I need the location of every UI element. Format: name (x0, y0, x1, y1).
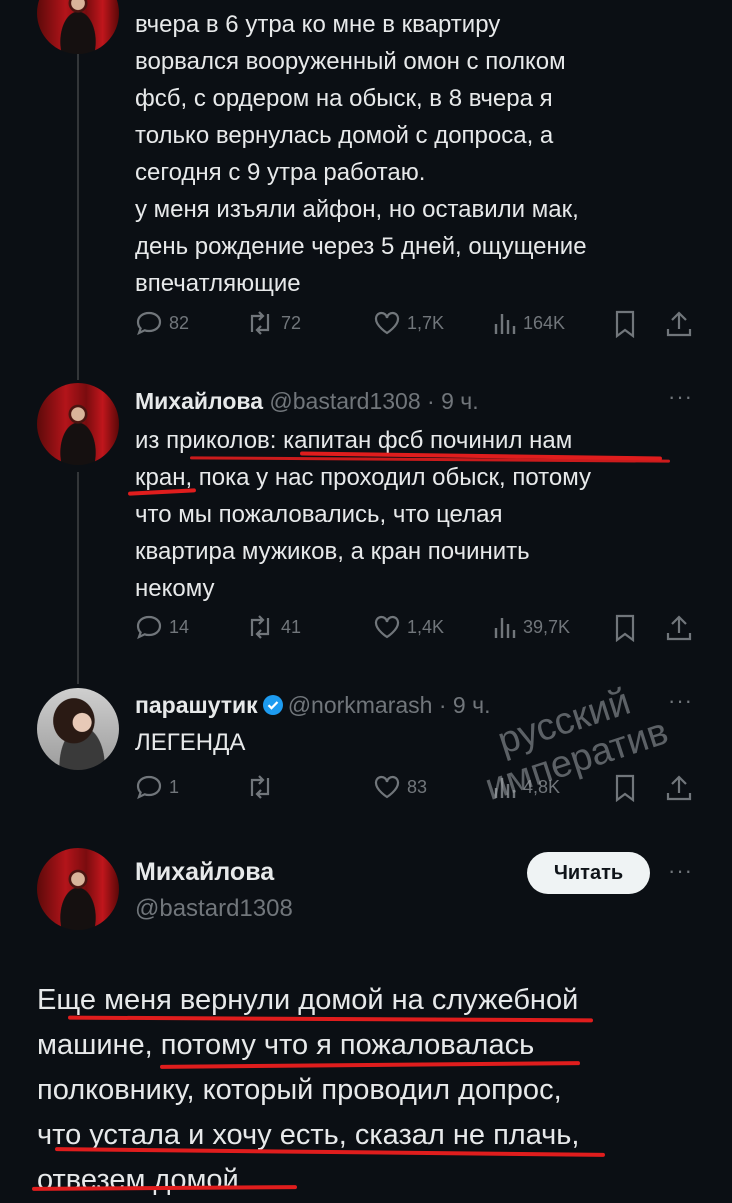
username[interactable]: @bastard1308 (135, 895, 293, 923)
tweet-line: что мы пожаловались, что целая (135, 501, 503, 528)
like-count: 83 (407, 776, 428, 797)
follow-button[interactable]: Читать (527, 852, 650, 894)
bookmark-icon (615, 614, 635, 642)
reply-icon (136, 775, 162, 800)
reply-button[interactable]: 82 (135, 310, 189, 336)
like-button[interactable]: 1,4K (373, 614, 444, 640)
repost-button[interactable] (245, 774, 275, 800)
tweet-line: отвезем домой (37, 1164, 239, 1196)
share-icon (666, 311, 692, 337)
reply-button[interactable]: 1 (135, 774, 179, 800)
tweet-header: Михайлова @bastard1308 · 9 ч. (135, 388, 479, 415)
tweet-line: только вернулась домой с допроса, а (135, 122, 554, 149)
tweet-line: ворвался вооруженный омон с полком (135, 48, 566, 75)
tweet-line: сегодня с 9 утра работаю. (135, 159, 426, 186)
bookmark-icon (615, 310, 635, 338)
tweet-line: кран, пока у нас проходил обыск, потому (135, 464, 591, 491)
avatar[interactable] (37, 383, 119, 465)
thread-line (77, 472, 79, 684)
tweet-text: вчера в 6 утра ко мне в квартиру ворвалс… (135, 6, 587, 302)
reply-count: 1 (169, 776, 180, 797)
reply-icon (136, 615, 162, 640)
views-button[interactable]: 39,7K (493, 614, 570, 640)
thread-line (77, 50, 79, 380)
watermark: русский императив (420, 658, 730, 852)
username[interactable]: @bastard1308 (269, 388, 420, 414)
share-button[interactable] (665, 614, 693, 642)
repost-count: 72 (281, 312, 302, 333)
repost-icon (250, 775, 270, 799)
share-button[interactable] (665, 310, 693, 338)
views-icon (494, 618, 516, 638)
avatar[interactable] (37, 848, 119, 930)
views-icon (494, 314, 516, 334)
bookmark-button[interactable] (613, 310, 637, 338)
views-count: 164K (523, 312, 566, 333)
heart-icon (374, 311, 400, 335)
tweet-line: фсб, с ордером на обыск, в 8 вчера я (135, 85, 553, 112)
reply-button[interactable]: 14 (135, 614, 189, 640)
tweet-line: у меня изъяли айфон, но оставили мак, (135, 196, 579, 223)
display-name[interactable]: парашутик (135, 692, 258, 718)
username[interactable]: @norkmarash (288, 692, 433, 718)
tweet-actions: 14 41 1,4K 39,7K (135, 614, 700, 648)
bookmark-button[interactable] (613, 614, 637, 642)
heart-icon (374, 615, 400, 639)
avatar[interactable] (37, 0, 119, 54)
share-icon (666, 615, 692, 641)
tweet-line: вчера в 6 утра ко мне в квартиру (135, 11, 501, 38)
tweet-line: день рождение через 5 дней, ощущение (135, 233, 587, 260)
tweet-text: из приколов: капитан фсб починил нам кра… (135, 422, 591, 607)
timestamp[interactable]: · 9 ч. (427, 388, 479, 414)
like-count: 1,7K (407, 312, 445, 333)
repost-button[interactable]: 41 (245, 614, 301, 640)
repost-icon (250, 615, 270, 639)
timestamp[interactable]: · 9 ч. (439, 692, 491, 718)
tweet-line: квартира мужиков, а кран починить (135, 538, 530, 565)
repost-count: 41 (281, 616, 302, 637)
tweet-line: полковнику, который проводил допрос, (37, 1074, 562, 1106)
tweet-line: некому (135, 575, 215, 602)
avatar[interactable] (37, 688, 119, 770)
like-count: 1,4K (407, 616, 445, 637)
tweet-actions: 82 72 1,7K 164K (135, 310, 700, 344)
verified-badge-icon (262, 695, 283, 715)
reply-icon (136, 311, 162, 336)
heart-icon (374, 775, 400, 799)
display-name[interactable]: Михайлова (135, 858, 293, 887)
views-button[interactable]: 164K (493, 310, 565, 336)
tweet-header: парашутик @norkmarash · 9 ч. (135, 692, 490, 719)
tweet-header: Михайлова @bastard1308 (135, 858, 293, 923)
views-count: 39,7K (523, 616, 571, 637)
like-button[interactable]: 83 (373, 774, 427, 800)
more-options-icon[interactable]: ··· (668, 858, 693, 884)
tweet-text: Еще меня вернули домой на служебной маши… (37, 978, 579, 1203)
repost-button[interactable]: 72 (245, 310, 301, 336)
reply-count: 14 (169, 616, 190, 637)
tweet-text: ЛЕГЕНДА (135, 724, 245, 761)
repost-icon (250, 311, 270, 335)
reply-count: 82 (169, 312, 190, 333)
tweet-line: ЛЕГЕНДА (135, 729, 246, 756)
display-name[interactable]: Михайлова (135, 388, 263, 414)
like-button[interactable]: 1,7K (373, 310, 444, 336)
tweet-line: впечатляющие (135, 270, 301, 297)
more-options-icon[interactable]: ··· (668, 384, 693, 410)
